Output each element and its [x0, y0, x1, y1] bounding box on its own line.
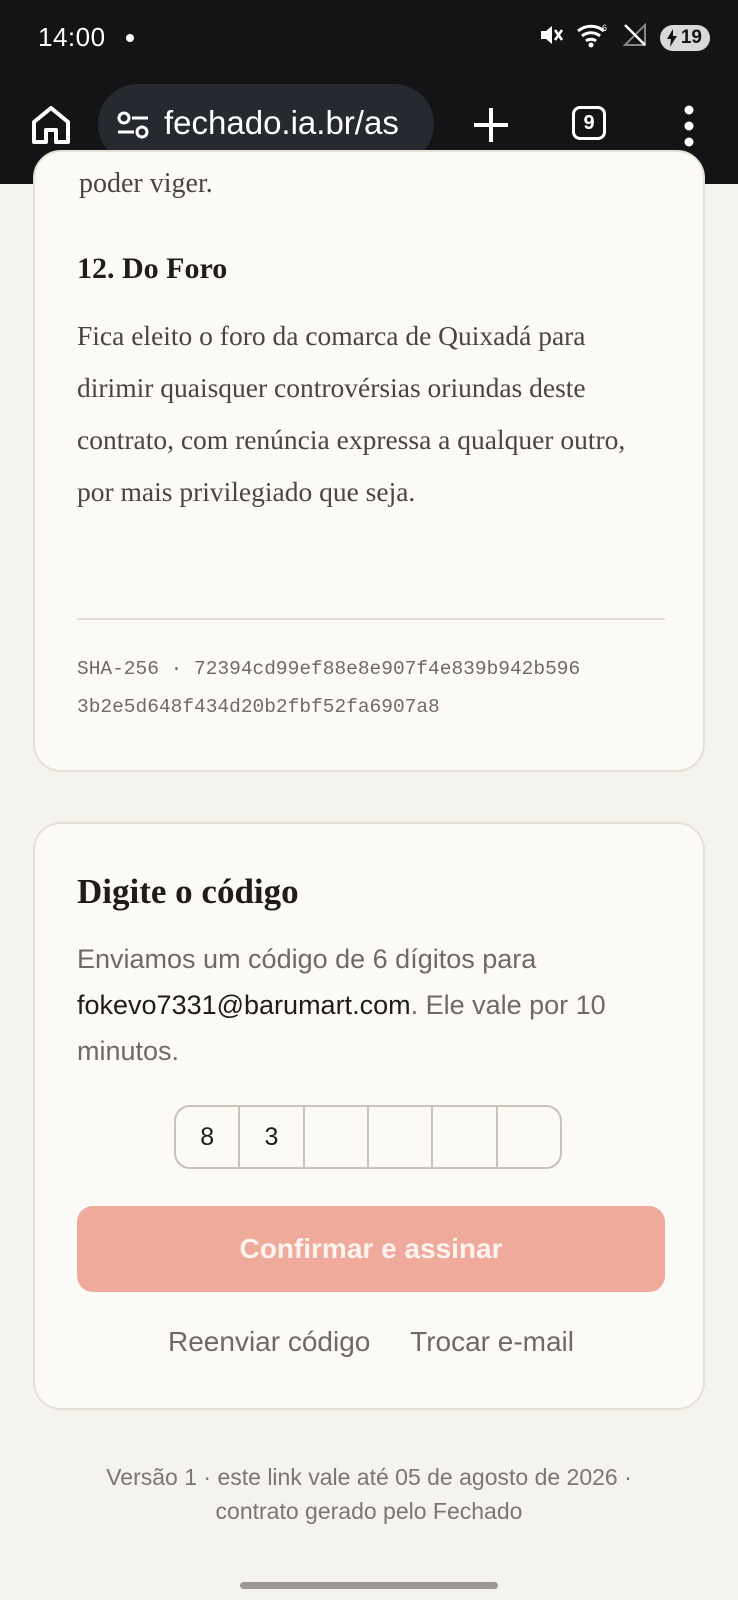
mute-icon: [538, 22, 564, 53]
otp-digit-5[interactable]: [433, 1107, 498, 1167]
footer-generated-line: contrato gerado pelo Fechado: [215, 1498, 523, 1524]
no-signal-icon: [622, 22, 648, 53]
resend-code-link[interactable]: Reenviar código: [168, 1326, 370, 1358]
url-text: fechado.ia.br/as: [164, 104, 399, 141]
site-settings-icon[interactable]: [116, 110, 150, 145]
otp-input[interactable]: 8 3: [174, 1105, 562, 1169]
status-icons: 6 19: [538, 22, 710, 53]
clause-title: 12. Do Foro: [77, 252, 228, 285]
clause-body: Fica eleito o foro da comarca de Quixadá…: [77, 320, 626, 507]
svg-text:6: 6: [602, 23, 607, 33]
divider: [77, 618, 665, 620]
otp-digit-2[interactable]: 3: [240, 1107, 305, 1167]
otp-digit-1[interactable]: 8: [176, 1107, 241, 1167]
battery-charging-icon: [666, 28, 677, 47]
clipped-clause-text: poder viger.: [79, 168, 213, 199]
notification-dot: [126, 34, 134, 42]
wifi-icon: 6: [576, 22, 610, 53]
battery-level: 19: [680, 26, 702, 48]
new-tab-icon[interactable]: [468, 102, 514, 148]
overflow-menu-icon[interactable]: [674, 104, 704, 148]
verification-title: Digite o código: [77, 872, 299, 911]
otp-digit-6[interactable]: [498, 1107, 560, 1167]
hash-line-2: 3b2e5d648f434d20b2fbf52fa6907a8: [77, 696, 440, 718]
contract-card: poder viger. 12. Do Foro Fica eleito o f…: [33, 150, 705, 772]
email-address: fokevo7331@barumart.com: [77, 990, 411, 1020]
hash-line-1: SHA-256 · 72394cd99ef88e8e907f4e839b942b…: [77, 658, 581, 680]
verification-description: Enviamos um código de 6 dígitos para fok…: [77, 936, 677, 1074]
otp-digit-3[interactable]: [305, 1107, 369, 1167]
verification-card: Digite o código Enviamos um código de 6 …: [33, 822, 705, 1410]
gesture-home-indicator[interactable]: [240, 1582, 498, 1589]
status-bar: 14:00 6 19: [0, 0, 738, 76]
otp-digit-4[interactable]: [369, 1107, 434, 1167]
footer-version-line: Versão 1 · este link vale até 05 de agos…: [106, 1464, 632, 1490]
verification-links: Reenviar código Trocar e-mail: [35, 1326, 707, 1358]
description-text: Enviamos um código de 6 dígitos para: [77, 944, 537, 974]
battery-indicator: 19: [659, 24, 710, 51]
tabs-icon[interactable]: 9: [572, 106, 606, 140]
confirm-sign-button[interactable]: Confirmar e assinar: [77, 1206, 665, 1292]
page-footer: Versão 1 · este link vale até 05 de agos…: [0, 1460, 738, 1528]
status-time: 14:00: [38, 22, 106, 52]
change-email-link[interactable]: Trocar e-mail: [410, 1326, 574, 1358]
home-icon[interactable]: [28, 102, 74, 148]
document-hash: SHA-256 · 72394cd99ef88e8e907f4e839b942b…: [77, 650, 677, 726]
